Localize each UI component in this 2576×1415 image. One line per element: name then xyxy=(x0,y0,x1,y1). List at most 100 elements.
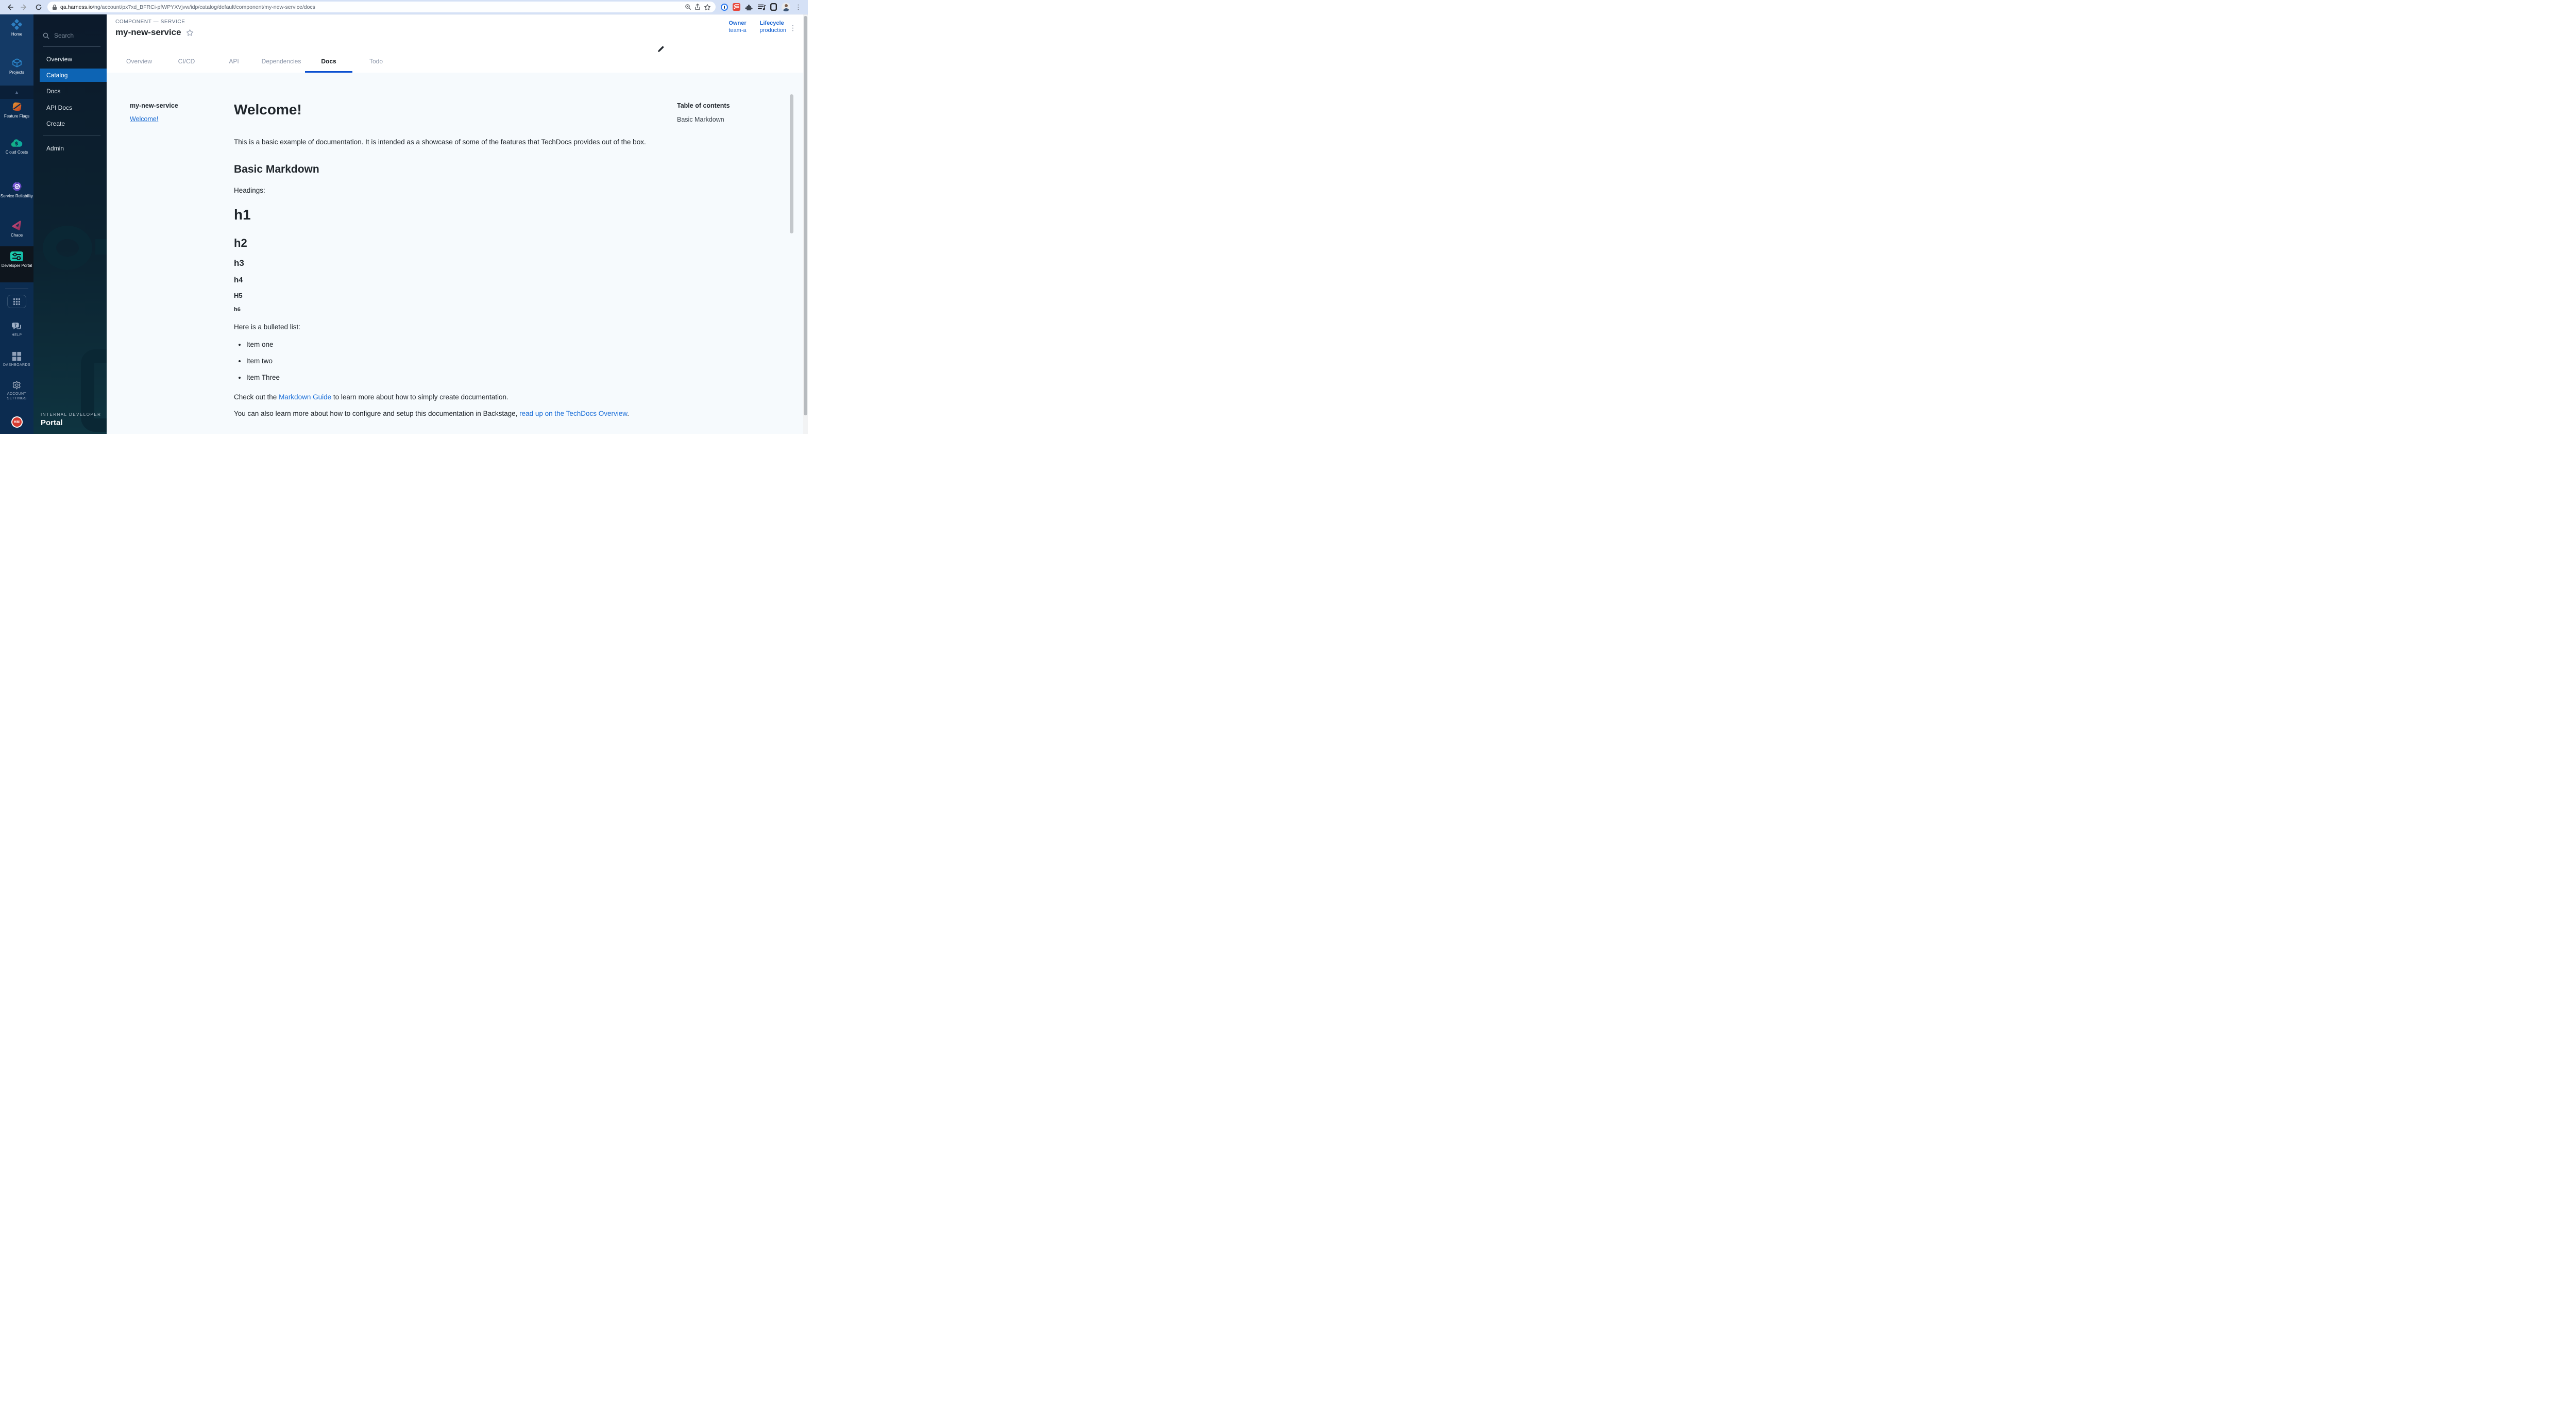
doc-sample-h2: h2 xyxy=(234,236,646,250)
sidebar-item-label: Chaos xyxy=(11,233,23,239)
sidebar-item-dashboards[interactable]: DASHBOARDS xyxy=(0,351,33,367)
owner-label[interactable]: Owner xyxy=(728,20,746,26)
bookmark-star-icon[interactable] xyxy=(704,4,711,11)
docs-scrollbar-thumb[interactable] xyxy=(790,94,793,233)
share-icon[interactable] xyxy=(694,4,701,10)
developer-portal-icon xyxy=(10,251,24,262)
sidebar-item-label: Cloud Costs xyxy=(6,150,28,156)
tab-dependencies[interactable]: Dependencies xyxy=(258,49,305,73)
password-manager-icon[interactable] xyxy=(721,4,728,11)
sidebar-search[interactable] xyxy=(43,32,101,39)
doc-sample-h1: h1 xyxy=(234,206,646,224)
help-chat-icon: ? xyxy=(11,322,23,331)
screen: qa.harness.io/ng/account/px7xd_BFRCi-pfW… xyxy=(0,0,808,434)
sidebar-item-overview[interactable]: Overview xyxy=(33,53,107,66)
sidebar-item-admin[interactable]: Admin xyxy=(33,142,107,155)
sidebar-item-api-docs[interactable]: API Docs xyxy=(33,101,107,114)
markdown-guide-link[interactable]: Markdown Guide xyxy=(279,393,331,401)
toc-title: Table of contents xyxy=(677,102,783,109)
techdocs-overview-link[interactable]: read up on the TechDocs Overview xyxy=(519,410,627,417)
browser-toolbar: qa.harness.io/ng/account/px7xd_BFRCi-pfW… xyxy=(0,0,808,14)
sidebar-item-feature-flags[interactable]: Feature Flags xyxy=(0,101,33,120)
sidebar-item-projects[interactable]: Projects xyxy=(0,57,33,76)
toc-item-basic-markdown[interactable]: Basic Markdown xyxy=(677,116,783,123)
browser-profile-avatar[interactable] xyxy=(782,3,790,11)
chevron-up-icon: ▲ xyxy=(14,90,19,95)
back-arrow-icon xyxy=(6,4,13,11)
sidebar-divider xyxy=(43,46,100,47)
sidebar-footer: INTERNAL DEVELOPER Portal xyxy=(41,412,101,427)
docs-nav-link-welcome[interactable]: Welcome! xyxy=(130,115,158,123)
window-scrollbar-thumb[interactable] xyxy=(804,16,807,415)
tab-api[interactable]: API xyxy=(210,49,258,73)
module-selector-button[interactable] xyxy=(7,295,26,308)
sidebar-item-label: Feature Flags xyxy=(4,114,29,120)
doc-sample-h3: h3 xyxy=(234,258,646,269)
paragraph-text: . xyxy=(627,410,629,417)
sidebar-collapse-button[interactable]: ▲ xyxy=(0,86,33,99)
paragraph-text: You can also learn more about how to con… xyxy=(234,410,519,417)
entity-kind-eyebrow: COMPONENT — SERVICE xyxy=(115,19,185,25)
sidebar-item-chaos[interactable]: Chaos xyxy=(0,220,33,239)
doc-section-basic-markdown: Basic Markdown xyxy=(234,163,646,176)
side-panel-icon[interactable] xyxy=(770,3,777,11)
svg-text:$: $ xyxy=(14,141,18,147)
window-scrollbar[interactable] xyxy=(803,14,808,434)
sidebar-item-label: HELP xyxy=(12,333,22,338)
browser-menu-kebab-icon[interactable]: ⋮ xyxy=(795,4,802,10)
sidebar-item-label: Developer Portal xyxy=(2,263,32,269)
entity-meta: Owner team-a Lifecycle production xyxy=(728,20,786,33)
lock-icon xyxy=(52,4,57,10)
sidebar-item-label: Projects xyxy=(9,70,24,76)
sidebar-item-service-reliability[interactable]: Service Reliability xyxy=(0,181,33,199)
sidebar-item-label: Home xyxy=(11,32,22,38)
tab-todo[interactable]: Todo xyxy=(352,49,400,73)
doc-section-table-example: Table Example xyxy=(234,433,646,434)
extensions-puzzle-icon[interactable] xyxy=(745,3,753,11)
sidebar-item-label: DASHBOARDS xyxy=(3,363,30,367)
chaos-icon xyxy=(11,220,23,231)
sidebar-item-label: Service Reliability xyxy=(1,194,33,199)
todoist-icon[interactable] xyxy=(733,3,740,11)
projects-icon xyxy=(11,57,23,69)
tab-cicd[interactable]: CI/CD xyxy=(163,49,210,73)
doc-intro-paragraph: This is a basic example of documentation… xyxy=(234,137,646,147)
browser-back-button[interactable] xyxy=(4,2,15,13)
doc-sample-h4: h4 xyxy=(234,275,646,285)
pencil-icon xyxy=(657,45,665,53)
dashboards-icon xyxy=(12,351,22,361)
owner-value[interactable]: team-a xyxy=(728,27,746,33)
module-sidebar: Home Projects ▲ Feature Flags $ Cloud Co… xyxy=(0,14,33,434)
search-input[interactable] xyxy=(54,32,100,39)
sidebar-item-create[interactable]: Create xyxy=(33,117,107,130)
sidebar-item-account-settings[interactable]: ACCOUNT SETTINGS xyxy=(0,380,33,401)
paragraph-text: to learn more about how to simply create… xyxy=(331,393,509,401)
sidebar-item-docs[interactable]: Docs xyxy=(33,85,107,98)
doc-paragraph-techdocs: You can also learn more about how to con… xyxy=(234,409,646,419)
sidebar-item-help[interactable]: ? HELP xyxy=(0,322,33,338)
browser-reload-button[interactable] xyxy=(33,2,44,13)
edit-doc-button[interactable] xyxy=(657,45,665,53)
tab-docs[interactable]: Docs xyxy=(305,49,352,73)
lifecycle-value[interactable]: production xyxy=(760,27,786,33)
browser-forward-button[interactable] xyxy=(19,2,30,13)
sidebar-item-cloud-costs[interactable]: $ Cloud Costs xyxy=(0,138,33,156)
list-item: Item one xyxy=(246,340,646,350)
tab-overview[interactable]: Overview xyxy=(115,49,163,73)
lifecycle-label[interactable]: Lifecycle xyxy=(760,20,786,26)
header-kebab-icon[interactable]: ⋮ xyxy=(789,24,796,32)
doc-list-label: Here is a bulleted list: xyxy=(234,322,646,332)
zoom-page-icon[interactable] xyxy=(685,4,691,10)
service-reliability-icon xyxy=(11,181,23,192)
list-item: Item two xyxy=(246,356,646,366)
owner-meta: Owner team-a xyxy=(728,20,746,33)
sidebar-item-developer-portal[interactable]: Developer Portal xyxy=(0,251,33,269)
playlist-icon[interactable] xyxy=(757,3,766,11)
user-avatar[interactable]: HM xyxy=(11,416,23,428)
lifecycle-meta: Lifecycle production xyxy=(760,20,786,33)
sidebar-item-home[interactable]: Home xyxy=(0,19,33,38)
favorite-star-icon[interactable] xyxy=(186,29,194,37)
table-of-contents: Table of contents Basic Markdown xyxy=(677,73,783,434)
address-bar[interactable]: qa.harness.io/ng/account/px7xd_BFRCi-pfW… xyxy=(47,2,716,12)
sidebar-item-catalog[interactable]: Catalog xyxy=(40,69,107,82)
